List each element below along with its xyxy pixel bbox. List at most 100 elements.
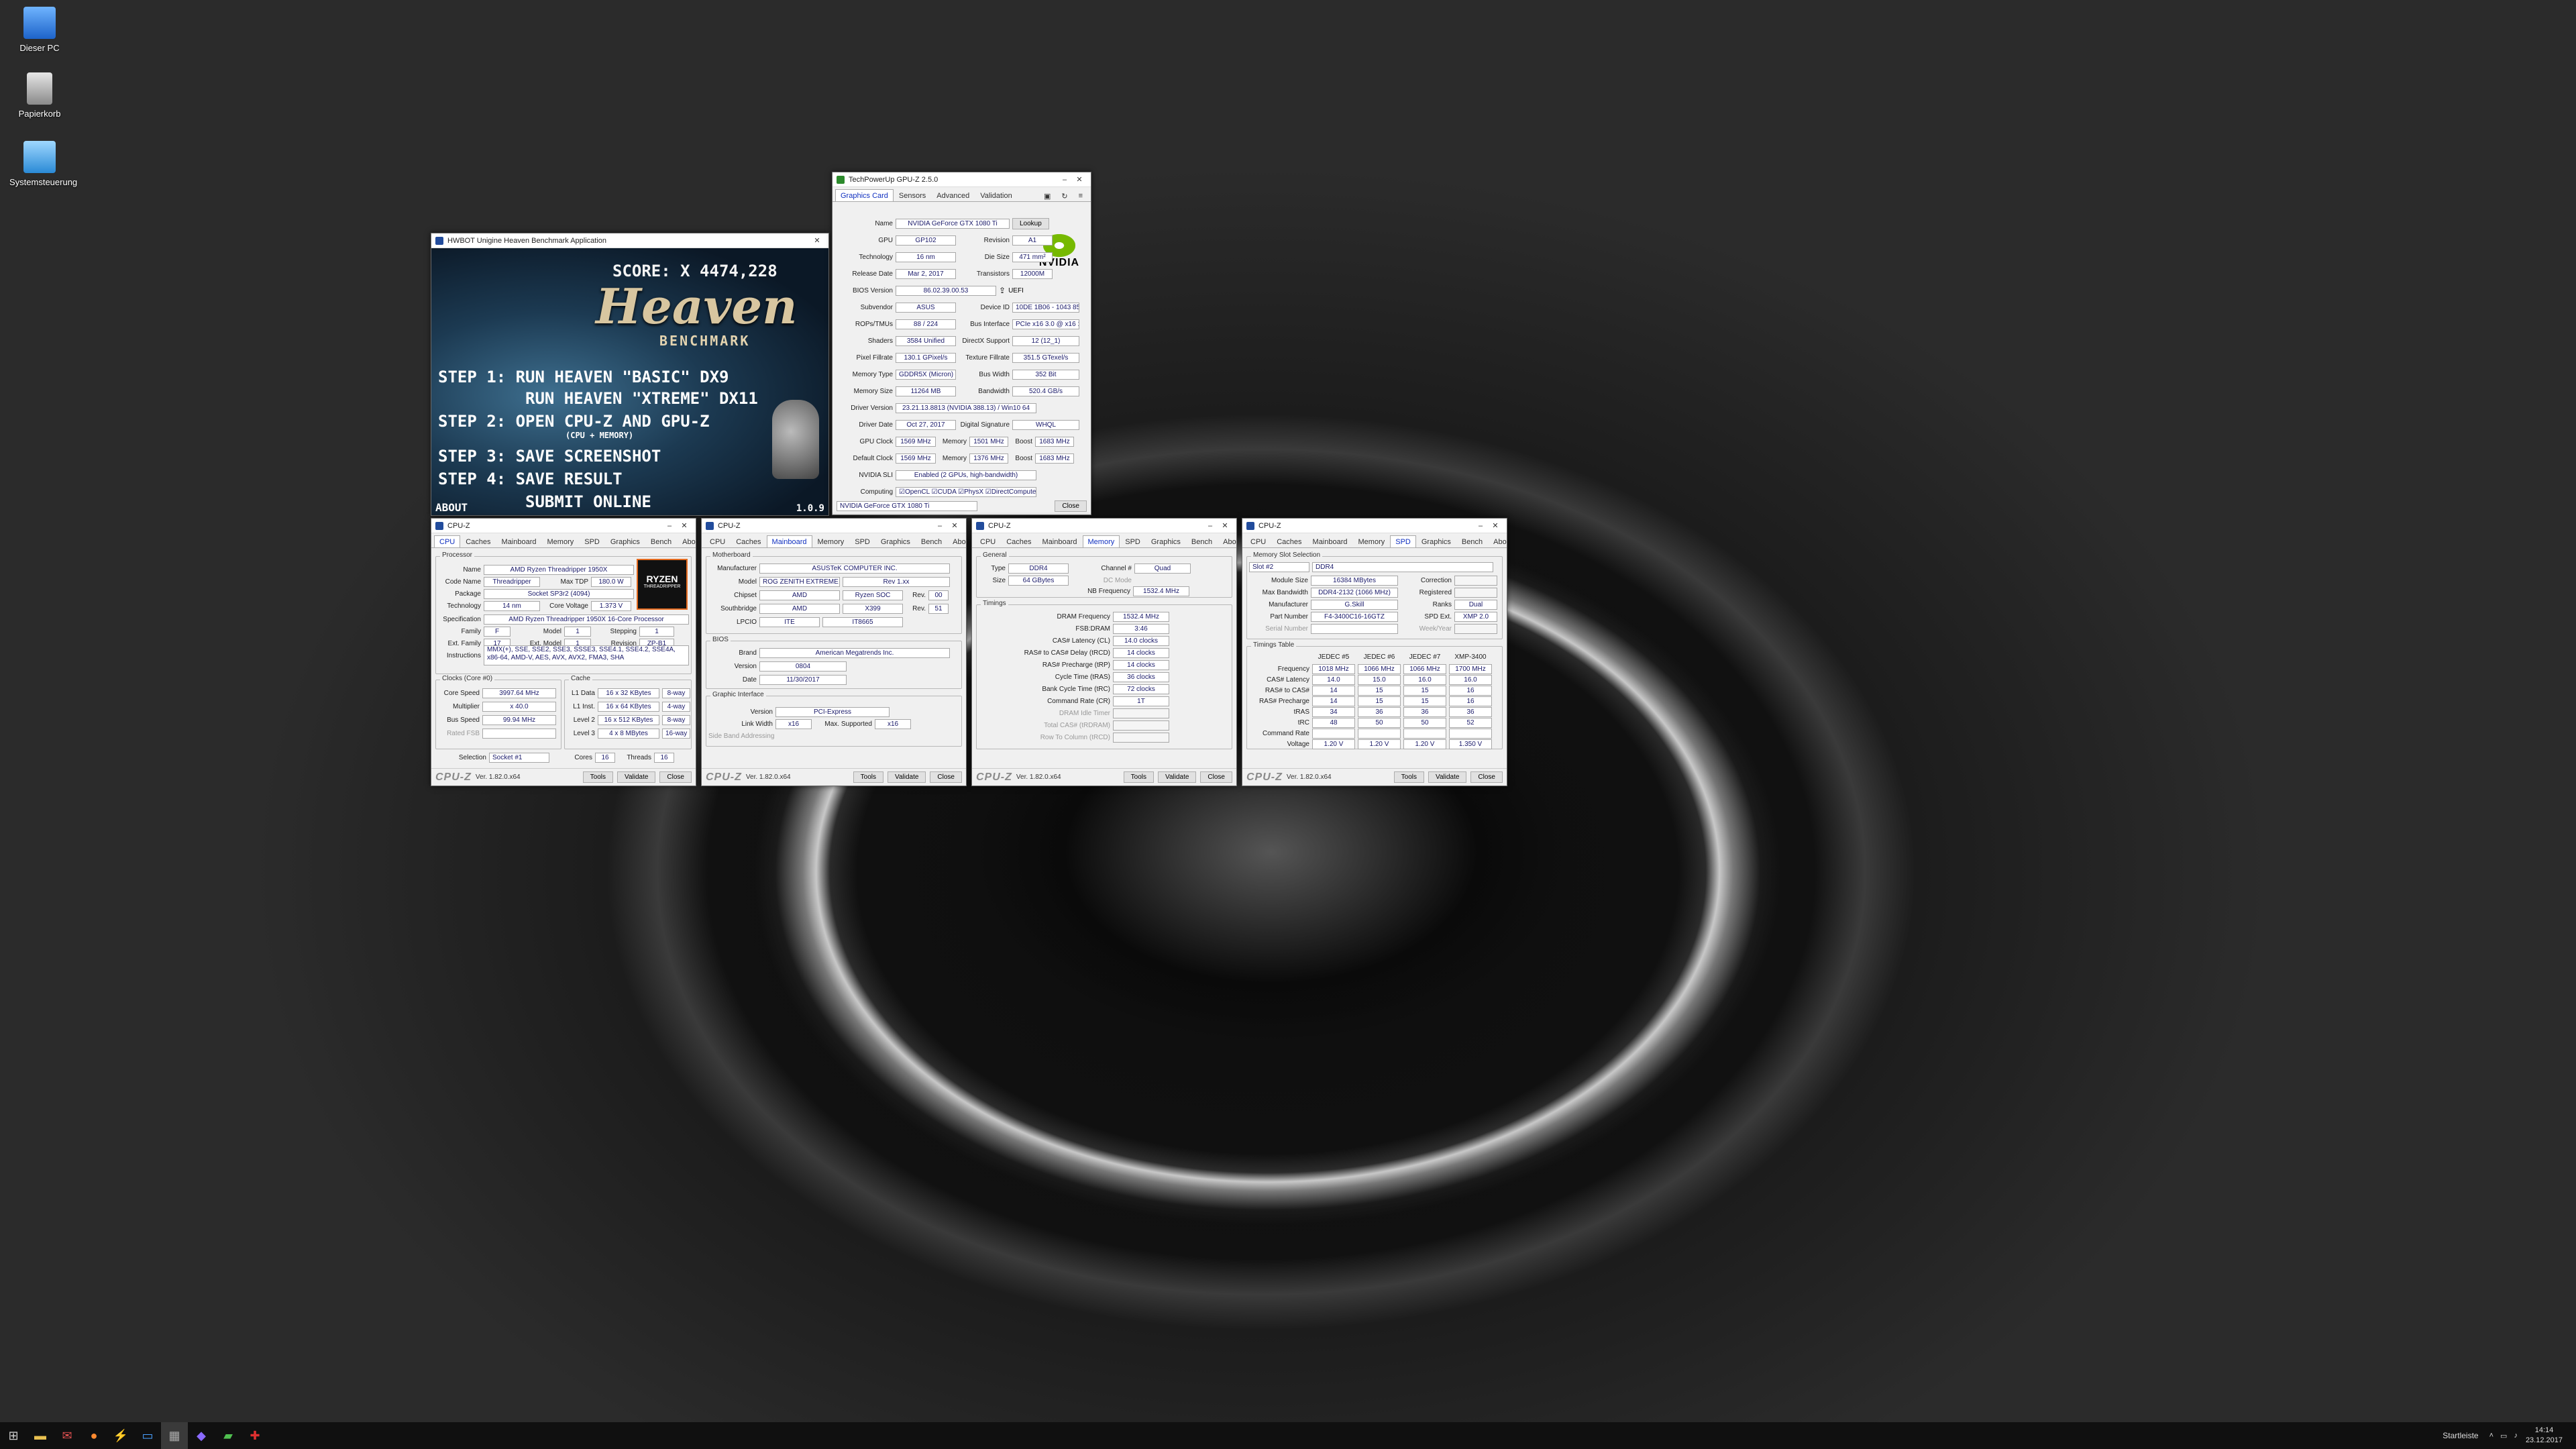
- tab-caches[interactable]: Caches: [731, 535, 766, 547]
- tab-spd[interactable]: SPD: [1390, 535, 1416, 547]
- gpuz-titlebar[interactable]: TechPowerUp GPU-Z 2.5.0 – ✕: [833, 172, 1091, 187]
- tab-caches[interactable]: Caches: [1271, 535, 1307, 547]
- tab-cpu[interactable]: CPU: [975, 535, 1001, 547]
- tools-button[interactable]: Tools: [1123, 771, 1155, 783]
- tab-spd[interactable]: SPD: [849, 535, 875, 547]
- group-label: Timings Table: [1251, 641, 1297, 649]
- close-icon[interactable]: ✕: [677, 521, 692, 530]
- tools-button[interactable]: Tools: [1393, 771, 1425, 783]
- tab-memory[interactable]: Memory: [1082, 535, 1120, 547]
- tab-graphics[interactable]: Graphics: [1416, 535, 1456, 547]
- close-button[interactable]: Close: [1055, 500, 1087, 512]
- desktop-icon-this-pc[interactable]: Dieser PC: [9, 7, 70, 53]
- cpuz-titlebar[interactable]: CPU-Z – ✕: [702, 519, 966, 533]
- tab-cpu[interactable]: CPU: [1245, 535, 1271, 547]
- tab-cpu[interactable]: CPU: [434, 535, 461, 547]
- tab-about[interactable]: About: [1218, 535, 1236, 547]
- network-icon[interactable]: ▭: [2500, 1432, 2507, 1440]
- validate-button[interactable]: Validate: [1158, 771, 1197, 783]
- tools-button[interactable]: Tools: [853, 771, 884, 783]
- close-button[interactable]: Close: [1200, 771, 1232, 783]
- mail-icon[interactable]: ✉: [54, 1422, 80, 1449]
- tab-spd[interactable]: SPD: [1120, 535, 1146, 547]
- tab-memory[interactable]: Memory: [542, 535, 580, 547]
- clock[interactable]: 14:14 23.12.2017: [2526, 1426, 2563, 1446]
- uefi-checkbox[interactable]: UEFI: [1008, 287, 1024, 294]
- close-icon[interactable]: ✕: [947, 521, 962, 530]
- spec-row: Specification AMD Ryzen Threadripper 1950…: [438, 614, 689, 625]
- validate-button[interactable]: Validate: [617, 771, 656, 783]
- tab-memory[interactable]: Memory: [1353, 535, 1391, 547]
- lookup-button[interactable]: Lookup: [1012, 217, 1049, 229]
- file-explorer-icon[interactable]: ▬: [27, 1422, 54, 1449]
- app-icon[interactable]: ⚡: [107, 1422, 134, 1449]
- tab-caches[interactable]: Caches: [460, 535, 496, 547]
- tab-graphics[interactable]: Graphics: [875, 535, 916, 547]
- field-label: Part Number: [1270, 612, 1308, 621]
- tab-mainboard[interactable]: Mainboard: [766, 535, 812, 547]
- field-value: 11/30/2017: [759, 674, 847, 685]
- gpu-select[interactable]: NVIDIA GeForce GTX 1080 Ti: [837, 501, 977, 511]
- close-button[interactable]: Close: [659, 771, 692, 783]
- cpuz-titlebar[interactable]: CPU-Z – ✕: [1242, 519, 1507, 533]
- tab-mainboard[interactable]: Mainboard: [496, 535, 542, 547]
- desktop-icon-recycle-bin[interactable]: Papierkorb: [9, 72, 70, 119]
- about-link[interactable]: ABOUT: [435, 501, 468, 514]
- heaven-taskbar-icon[interactable]: ✚: [241, 1422, 268, 1449]
- tab-bench[interactable]: Bench: [645, 535, 677, 547]
- cpuz-titlebar[interactable]: CPU-Z – ✕: [431, 519, 696, 533]
- socket-select[interactable]: Socket #1: [489, 752, 549, 763]
- share-icon[interactable]: ⇪: [999, 286, 1006, 295]
- tab-bench[interactable]: Bench: [1186, 535, 1218, 547]
- start-button[interactable]: ⊞: [0, 1422, 27, 1449]
- firefox-icon[interactable]: ●: [80, 1422, 107, 1449]
- minimize-icon[interactable]: –: [1057, 176, 1072, 184]
- tab-about[interactable]: About: [677, 535, 696, 547]
- timing-row: Bank Cycle Time (tRC) 72 clocks: [979, 684, 1169, 694]
- refresh-icon[interactable]: ↻: [1056, 189, 1073, 201]
- tab-sensors[interactable]: Sensors: [894, 189, 931, 201]
- tab-advanced[interactable]: Advanced: [931, 189, 975, 201]
- minimize-icon[interactable]: –: [1203, 522, 1218, 530]
- close-icon[interactable]: ✕: [1488, 521, 1503, 530]
- tab-mainboard[interactable]: Mainboard: [1307, 535, 1353, 547]
- tab-about[interactable]: About: [947, 535, 966, 547]
- cpuz-taskbar-icon[interactable]: ▦: [161, 1422, 188, 1449]
- field-label: CAS# Latency (CL): [1052, 637, 1110, 645]
- camera-icon[interactable]: ▣: [1038, 189, 1056, 201]
- tab-graphics[interactable]: Graphics: [605, 535, 645, 547]
- tab-caches[interactable]: Caches: [1001, 535, 1036, 547]
- tools-button[interactable]: Tools: [582, 771, 614, 783]
- tab-about[interactable]: About: [1488, 535, 1507, 547]
- close-icon[interactable]: ✕: [1072, 175, 1087, 184]
- chevron-up-icon[interactable]: ˄: [2489, 1432, 2493, 1440]
- heaven-titlebar[interactable]: HWBOT Unigine Heaven Benchmark Applicati…: [431, 233, 828, 248]
- minimize-icon[interactable]: –: [662, 522, 677, 530]
- tab-validation[interactable]: Validation: [975, 189, 1018, 201]
- tab-mainboard[interactable]: Mainboard: [1037, 535, 1083, 547]
- tab-spd[interactable]: SPD: [579, 535, 605, 547]
- app-icon[interactable]: ◆: [188, 1422, 215, 1449]
- app-icon[interactable]: ▭: [134, 1422, 161, 1449]
- minimize-icon[interactable]: –: [1473, 522, 1488, 530]
- startleiste-label[interactable]: Startleiste: [2443, 1431, 2478, 1440]
- tab-cpu[interactable]: CPU: [704, 535, 731, 547]
- validate-button[interactable]: Validate: [888, 771, 926, 783]
- minimize-icon[interactable]: –: [932, 522, 947, 530]
- desktop-icon-control-panel[interactable]: Systemsteuerung: [9, 141, 77, 187]
- tab-graphics[interactable]: Graphics: [1146, 535, 1186, 547]
- validate-button[interactable]: Validate: [1428, 771, 1467, 783]
- slot-select[interactable]: Slot #2: [1249, 561, 1309, 572]
- tab-memory[interactable]: Memory: [812, 535, 850, 547]
- close-button[interactable]: Close: [930, 771, 962, 783]
- tab-graphics-card[interactable]: Graphics Card: [835, 189, 894, 201]
- tab-bench[interactable]: Bench: [916, 535, 947, 547]
- cpuz-titlebar[interactable]: CPU-Z – ✕: [972, 519, 1236, 533]
- close-icon[interactable]: ✕: [1218, 521, 1232, 530]
- close-button[interactable]: Close: [1470, 771, 1503, 783]
- volume-icon[interactable]: ♪: [2514, 1432, 2518, 1440]
- close-icon[interactable]: ✕: [810, 236, 824, 245]
- menu-icon[interactable]: ≡: [1073, 189, 1088, 201]
- tab-bench[interactable]: Bench: [1456, 535, 1488, 547]
- gpuz-taskbar-icon[interactable]: ▰: [215, 1422, 241, 1449]
